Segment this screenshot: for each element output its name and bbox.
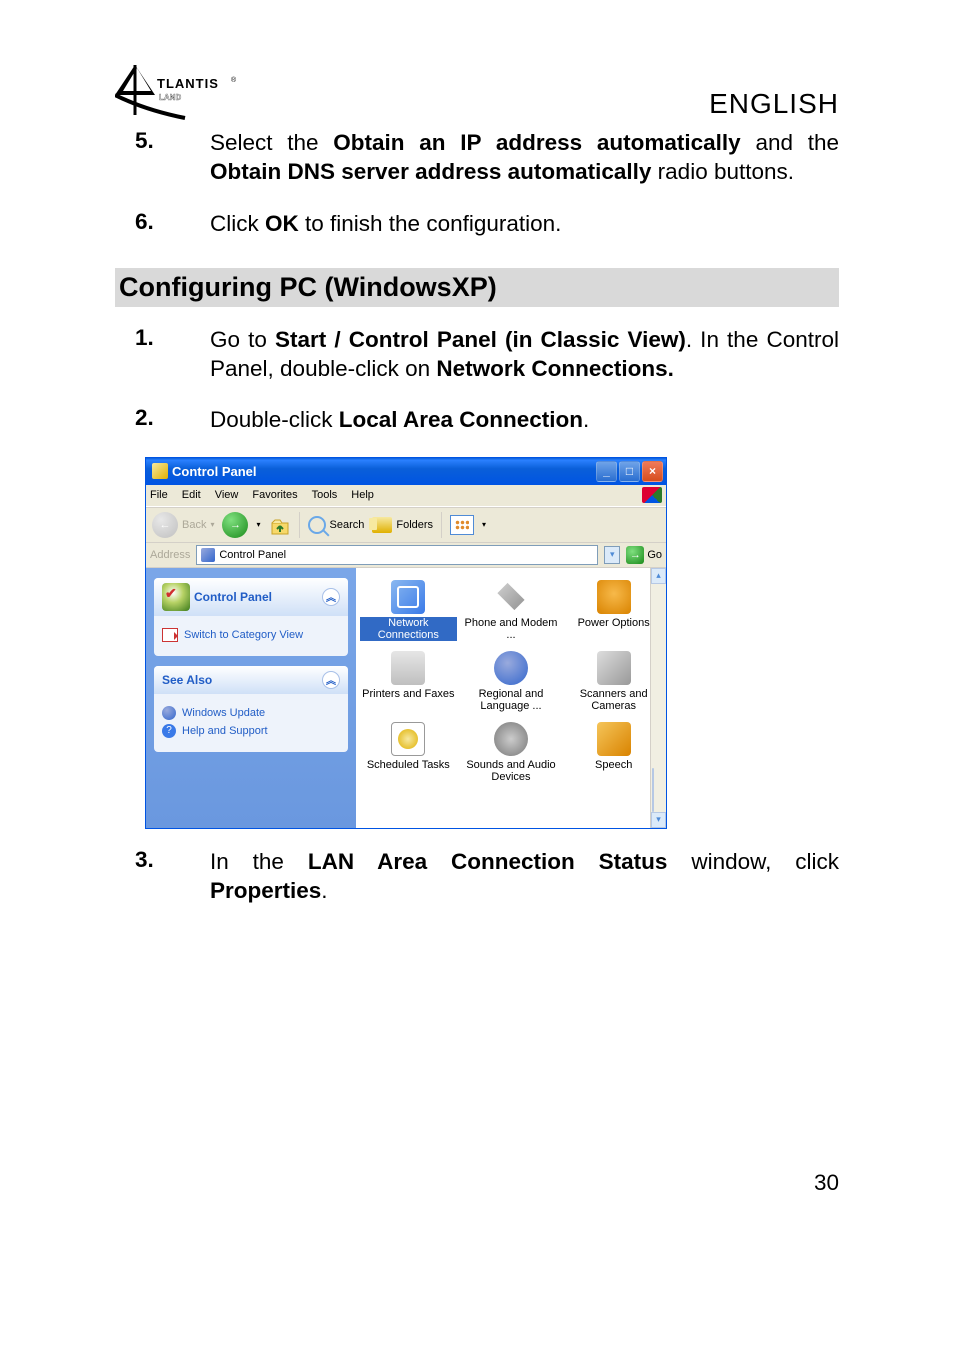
svg-text:LAND: LAND bbox=[159, 93, 181, 102]
up-folder-icon[interactable] bbox=[269, 514, 291, 536]
side-pane: Control Panel ︽ Switch to Category View … bbox=[146, 568, 356, 828]
folders-icon bbox=[372, 517, 392, 533]
menu-favorites[interactable]: Favorites bbox=[252, 489, 297, 501]
step-number: 6. bbox=[135, 209, 210, 238]
scroll-thumb[interactable] bbox=[652, 768, 654, 812]
chevron-up-icon[interactable]: ︽ bbox=[322, 671, 340, 689]
cp-item-sched[interactable]: Scheduled Tasks bbox=[358, 718, 459, 787]
go-arrow-icon: → bbox=[626, 546, 644, 564]
step-body: Select the Obtain an IP address automati… bbox=[210, 128, 839, 187]
menu-tools[interactable]: Tools bbox=[312, 489, 338, 501]
windows-flag-icon bbox=[642, 487, 662, 503]
step-body: In the LAN Area Connection Status window… bbox=[210, 847, 839, 906]
step-number: 5. bbox=[135, 128, 210, 187]
back-arrow-icon: ← bbox=[152, 512, 178, 538]
help-support-link[interactable]: ?Help and Support bbox=[162, 724, 340, 738]
address-bar: Address Control Panel ▾ →Go bbox=[146, 543, 666, 568]
section-heading: Configuring PC (WindowsXP) bbox=[115, 268, 839, 307]
globe-icon bbox=[162, 706, 176, 720]
see-also-group: See Also ︽ Windows Update ?Help and Supp… bbox=[154, 666, 348, 752]
scrollbar[interactable]: ▴ ▾ bbox=[650, 568, 666, 828]
icon-label: Speech bbox=[595, 759, 632, 771]
page-number: 30 bbox=[814, 1170, 839, 1196]
sound-icon bbox=[494, 722, 528, 756]
menu-file[interactable]: File bbox=[150, 489, 168, 501]
xp-window: Control Panel _ □ × File Edit View Favor… bbox=[145, 457, 667, 829]
menu-edit[interactable]: Edit bbox=[182, 489, 201, 501]
address-input[interactable]: Control Panel bbox=[196, 545, 598, 565]
cp-item-sound[interactable]: Sounds and Audio Devices bbox=[461, 718, 562, 787]
net-icon bbox=[391, 580, 425, 614]
scan-icon bbox=[597, 651, 631, 685]
control-panel-group: Control Panel ︽ Switch to Category View bbox=[154, 578, 348, 656]
icon-label: Printers and Faxes bbox=[362, 688, 454, 700]
phone-icon bbox=[494, 580, 528, 614]
cp-item-power[interactable]: Power Options bbox=[563, 576, 664, 645]
step-number: 3. bbox=[135, 847, 210, 906]
svg-text:TLANTIS: TLANTIS bbox=[157, 76, 219, 91]
switch-category-view-link[interactable]: Switch to Category View bbox=[162, 628, 340, 642]
scroll-down-button[interactable]: ▾ bbox=[651, 812, 666, 828]
step-body: Go to Start / Control Panel (in Classic … bbox=[210, 325, 839, 384]
svg-text:®: ® bbox=[231, 76, 237, 84]
cp-item-region[interactable]: Regional and Language ... bbox=[461, 647, 562, 716]
brand-logo: TLANTIS ® LAND bbox=[115, 60, 240, 120]
control-panel-icon bbox=[201, 548, 215, 562]
language-label: ENGLISH bbox=[709, 88, 839, 120]
step-body: Click OK to finish the configuration. bbox=[210, 209, 839, 238]
xp-titlebar[interactable]: Control Panel _ □ × bbox=[146, 458, 666, 485]
step-body: Double-click Local Area Connection. bbox=[210, 405, 839, 434]
icon-label: Phone and Modem ... bbox=[463, 617, 560, 641]
icon-label: Power Options bbox=[578, 617, 650, 629]
step-number: 1. bbox=[135, 325, 210, 384]
power-icon bbox=[597, 580, 631, 614]
icon-area: Network ConnectionsPhone and Modem ... Po… bbox=[356, 568, 666, 828]
cp-item-net[interactable]: Network Connections bbox=[358, 576, 459, 645]
search-icon bbox=[308, 516, 326, 534]
folders-button[interactable]: Folders bbox=[372, 517, 433, 533]
forward-button[interactable]: → bbox=[222, 512, 248, 538]
window-title: Control Panel bbox=[172, 464, 596, 479]
help-icon: ? bbox=[162, 724, 176, 738]
menu-bar: File Edit View Favorites Tools Help bbox=[146, 485, 666, 507]
close-button[interactable]: × bbox=[642, 461, 663, 482]
step-number: 2. bbox=[135, 405, 210, 434]
icon-label: Regional and Language ... bbox=[463, 688, 560, 712]
minimize-button[interactable]: _ bbox=[596, 461, 617, 482]
icon-label: Sounds and Audio Devices bbox=[463, 759, 560, 783]
menu-view[interactable]: View bbox=[215, 489, 239, 501]
panel-header[interactable]: See Also ︽ bbox=[154, 666, 348, 694]
icon-label: Scheduled Tasks bbox=[367, 759, 450, 771]
windows-update-link[interactable]: Windows Update bbox=[162, 706, 340, 720]
cp-item-scan[interactable]: Scanners and Cameras bbox=[563, 647, 664, 716]
search-button[interactable]: Search bbox=[308, 516, 365, 534]
printer-icon bbox=[391, 651, 425, 685]
icon-label: Scanners and Cameras bbox=[565, 688, 662, 712]
icon-label: Network Connections bbox=[360, 617, 457, 641]
control-panel-icon bbox=[162, 583, 190, 611]
views-button[interactable] bbox=[450, 515, 474, 535]
back-button: ← Back ▾ bbox=[152, 512, 214, 538]
cp-item-printer[interactable]: Printers and Faxes bbox=[358, 647, 459, 716]
panel-header[interactable]: Control Panel ︽ bbox=[154, 578, 348, 616]
address-label: Address bbox=[150, 549, 190, 561]
region-icon bbox=[494, 651, 528, 685]
address-dropdown[interactable]: ▾ bbox=[604, 546, 620, 564]
scroll-up-button[interactable]: ▴ bbox=[651, 568, 666, 584]
cp-item-phone[interactable]: Phone and Modem ... bbox=[461, 576, 562, 645]
switch-view-icon bbox=[162, 628, 178, 642]
toolbar: ← Back ▾ → ▾ Search Folders ▾ bbox=[146, 507, 666, 543]
maximize-button[interactable]: □ bbox=[619, 461, 640, 482]
menu-help[interactable]: Help bbox=[351, 489, 374, 501]
sched-icon bbox=[391, 722, 425, 756]
speech-icon bbox=[597, 722, 631, 756]
control-panel-icon bbox=[152, 463, 168, 479]
cp-item-speech[interactable]: Speech bbox=[563, 718, 664, 787]
go-button[interactable]: →Go bbox=[626, 546, 662, 564]
chevron-up-icon[interactable]: ︽ bbox=[322, 588, 340, 606]
